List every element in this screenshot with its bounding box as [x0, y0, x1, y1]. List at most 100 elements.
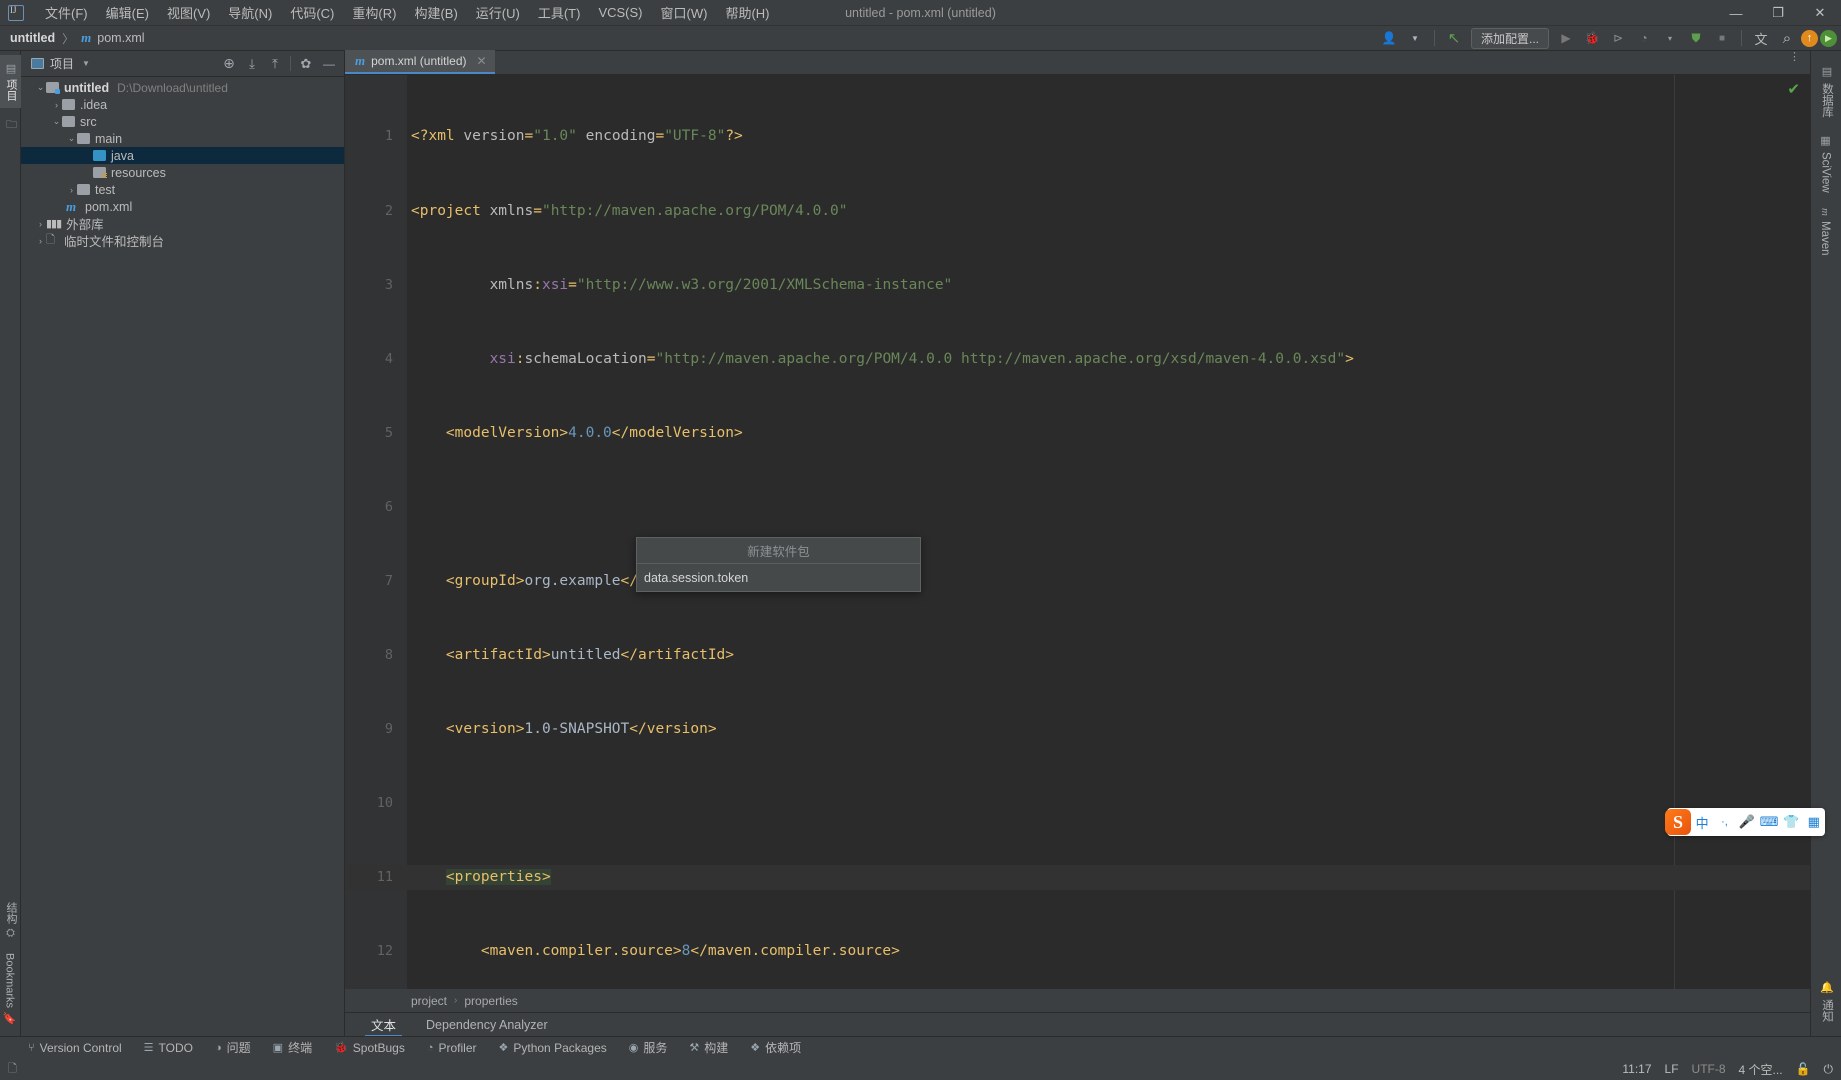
menu-build[interactable]: 构建(B) [405, 0, 466, 25]
stop-build-icon[interactable]: ⛊ [1684, 27, 1708, 49]
close-button[interactable]: ✕ [1799, 0, 1841, 26]
expand-all-icon[interactable]: ⤓ [241, 53, 263, 75]
tool-window-bookmarks[interactable]: Bookmarks 🔖 [0, 946, 19, 1032]
code-editor[interactable]: ✔ 1 <?xml version="1.0" encoding="UTF-8"?… [345, 75, 1810, 1034]
tool-window-dependencies[interactable]: ❖ 依赖项 [746, 1037, 805, 1058]
breadcrumb-item-project[interactable]: project [411, 994, 447, 1008]
tab-text[interactable]: 文本 [365, 1012, 402, 1037]
tool-window-structure[interactable]: 结构 ⛭ [0, 895, 22, 946]
editor-tabs-menu-icon[interactable]: ⋮ [1789, 52, 1800, 63]
memory-indicator-icon[interactable]: 🗋 [8, 1060, 17, 1079]
line-text: <maven.compiler.source>8</maven.compiler… [480, 943, 900, 960]
search-everywhere-icon[interactable]: ⌕ [1775, 27, 1799, 49]
soft-keyboard-icon[interactable]: ⌨ [1758, 814, 1780, 830]
tree-node-idea[interactable]: › .idea [21, 96, 344, 113]
tool-window-notifications[interactable]: 🔔 通知 [1810, 973, 1841, 1030]
project-panel-title: 项目 [50, 57, 75, 71]
more-run-options-icon[interactable]: ▾ [1658, 27, 1682, 49]
menu-run[interactable]: 运行(U) [467, 0, 529, 25]
menu-edit[interactable]: 编辑(E) [97, 0, 158, 25]
tree-node-main[interactable]: ⌄ main [21, 130, 344, 147]
voice-input-icon[interactable]: 🎤 [1736, 814, 1758, 830]
power-save-icon[interactable]: ⏻ [1824, 1062, 1834, 1077]
expand-arrow-icon[interactable]: › [51, 100, 62, 110]
user-accounts-icon[interactable]: 👤 [1377, 27, 1401, 49]
expand-arrow-icon[interactable]: › [35, 236, 46, 246]
encoding-indicator[interactable]: UTF-8 [1692, 1062, 1726, 1076]
indent-indicator[interactable]: 4 个空... [1739, 1061, 1783, 1078]
settings-gear-icon[interactable]: ✿ [295, 53, 317, 75]
expand-arrow-icon[interactable]: ⌄ [51, 116, 62, 127]
collapse-all-icon[interactable]: ⤒ [264, 53, 286, 75]
tree-node-resources[interactable]: resources [21, 164, 344, 181]
menu-refactor[interactable]: 重构(R) [343, 0, 405, 25]
tree-node-scratches[interactable]: › 🗋 临时文件和控制台 [21, 232, 344, 249]
profiler-icon[interactable]: ◔ [1632, 27, 1656, 49]
tool-window-maven[interactable]: m Maven [1810, 200, 1840, 263]
tree-node-src[interactable]: ⌄ src [21, 113, 344, 130]
tool-window-project[interactable]: ▤ 项目 [0, 55, 22, 108]
tool-window-terminal[interactable]: ▣ 终端 [269, 1037, 316, 1058]
code-content[interactable]: 1 <?xml version="1.0" encoding="UTF-8"?> … [345, 75, 1810, 1034]
ide-features-trainer-icon[interactable]: ▶ [1820, 29, 1837, 47]
lock-icon[interactable]: 🔓 [1796, 1062, 1811, 1076]
editor-tab-pom-xml[interactable]: m pom.xml (untitled) ✕ [345, 50, 495, 74]
bookmark-icon: 🔖 [3, 1011, 15, 1025]
tool-window-build[interactable]: ⚒ 构建 [685, 1037, 732, 1058]
breadcrumb-project[interactable]: untitled [10, 31, 55, 45]
menu-window[interactable]: 窗口(W) [652, 0, 717, 25]
hide-panel-icon[interactable]: — [318, 53, 340, 75]
menu-code[interactable]: 代码(C) [281, 0, 343, 25]
menu-vcs[interactable]: VCS(S) [589, 2, 651, 23]
tool-window-services[interactable]: ◉ 服务 [625, 1037, 672, 1058]
package-name-input[interactable]: data.session.token [637, 564, 920, 591]
menu-navigate[interactable]: 导航(N) [219, 0, 281, 25]
new-package-popup[interactable]: 新建软件包 data.session.token [636, 537, 921, 592]
tool-window-todo[interactable]: ☰ TODO [140, 1039, 197, 1057]
breadcrumb-file[interactable]: pom.xml [97, 31, 144, 45]
sogou-ime-toolbar[interactable]: S 中 ·, 🎤 ⌨ 👕 ▦ [1665, 808, 1825, 836]
chevron-down-icon[interactable]: ▼ [82, 59, 90, 68]
update-project-icon[interactable]: ↑ [1801, 29, 1818, 47]
menu-help[interactable]: 帮助(H) [716, 0, 778, 25]
run-with-coverage-icon[interactable]: ⊳ [1606, 27, 1630, 49]
tree-node-java[interactable]: java [21, 147, 344, 164]
tool-window-profiler[interactable]: ◔ Profiler [423, 1039, 481, 1057]
translate-icon[interactable]: 文 [1749, 27, 1773, 49]
tree-node-untitled[interactable]: ⌄ untitled D:\Download\untitled [21, 79, 344, 96]
tree-node-test[interactable]: › test [21, 181, 344, 198]
punctuation-icon[interactable]: ·, [1713, 816, 1735, 828]
menu-tools[interactable]: 工具(T) [529, 0, 590, 25]
tree-node-pom-xml[interactable]: m pom.xml [21, 198, 344, 215]
updates-arrow-icon[interactable]: ↖ [1442, 27, 1466, 49]
expand-arrow-icon[interactable]: ⌄ [66, 133, 77, 144]
line-separator-indicator[interactable]: LF [1665, 1062, 1679, 1076]
tool-window-version-control[interactable]: ⑂ Version Control [24, 1039, 126, 1057]
tree-node-external-libraries[interactable]: › ▮▮▮ 外部库 [21, 215, 344, 232]
tool-window-sciview[interactable]: ▦ SciView [1810, 126, 1841, 201]
expand-arrow-icon[interactable]: › [66, 185, 77, 195]
tool-window-python-packages[interactable]: ❖ Python Packages [495, 1039, 611, 1057]
chevron-down-icon[interactable]: ▼ [1403, 27, 1427, 49]
toolbox-icon[interactable]: ▦ [1803, 814, 1825, 830]
sogou-logo-icon[interactable]: S [1665, 809, 1691, 835]
maximize-button[interactable]: ❐ [1757, 0, 1799, 26]
expand-arrow-icon[interactable]: ⌄ [35, 82, 46, 93]
debug-icon[interactable]: 🐞 [1580, 27, 1604, 49]
add-configuration-button[interactable]: 添加配置... [1470, 27, 1549, 49]
tab-dependency-analyzer[interactable]: Dependency Analyzer [420, 1015, 554, 1035]
menu-view[interactable]: 视图(V) [158, 0, 219, 25]
tool-window-spotbugs[interactable]: 🐞 SpotBugs [330, 1039, 409, 1057]
stop-icon[interactable]: ■ [1710, 27, 1734, 49]
run-icon[interactable]: ▶ [1554, 27, 1578, 49]
minimize-button[interactable]: — [1715, 0, 1757, 26]
skin-icon[interactable]: 👕 [1780, 814, 1802, 830]
close-icon[interactable]: ✕ [477, 54, 487, 68]
chinese-mode-icon[interactable]: 中 [1691, 813, 1713, 832]
expand-arrow-icon[interactable]: › [35, 219, 46, 229]
tool-window-database[interactable]: ▤ 数据库 [1810, 57, 1841, 126]
scroll-from-source-icon[interactable]: ⊕ [218, 53, 240, 75]
breadcrumb-item-properties[interactable]: properties [464, 994, 517, 1008]
tool-window-problems[interactable]: ◑ 问题 [211, 1037, 255, 1058]
menu-file[interactable]: 文件(F) [36, 0, 97, 25]
